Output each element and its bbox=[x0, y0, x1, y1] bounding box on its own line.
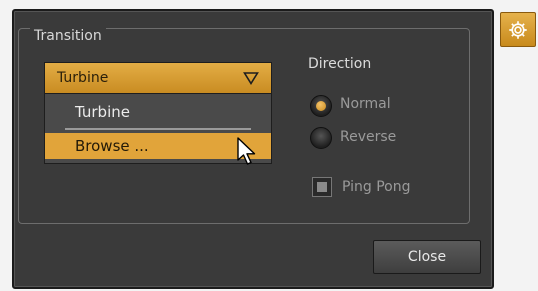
mouse-pointer-icon bbox=[237, 137, 256, 165]
transition-group-title: Transition bbox=[30, 28, 106, 44]
radio-reverse-label[interactable]: Reverse bbox=[340, 129, 396, 145]
settings-button[interactable] bbox=[500, 12, 536, 47]
radio-normal[interactable] bbox=[310, 95, 332, 117]
triangle-down-icon bbox=[243, 72, 259, 85]
ping-pong-label[interactable]: Ping Pong bbox=[342, 179, 411, 195]
ping-pong-checkbox[interactable] bbox=[312, 177, 332, 197]
close-button[interactable]: Close bbox=[373, 240, 481, 274]
transition-dropdown-value: Turbine bbox=[57, 70, 109, 86]
checkbox-indicator bbox=[317, 182, 327, 192]
radio-selected-dot bbox=[316, 101, 326, 111]
transition-dropdown[interactable]: Turbine bbox=[44, 62, 272, 94]
dropdown-option-turbine[interactable]: Turbine bbox=[45, 98, 271, 126]
gear-icon bbox=[509, 20, 527, 39]
radio-reverse[interactable] bbox=[310, 127, 332, 149]
radio-normal-label[interactable]: Normal bbox=[340, 96, 391, 112]
dropdown-separator bbox=[65, 128, 251, 130]
direction-label: Direction bbox=[308, 56, 372, 72]
